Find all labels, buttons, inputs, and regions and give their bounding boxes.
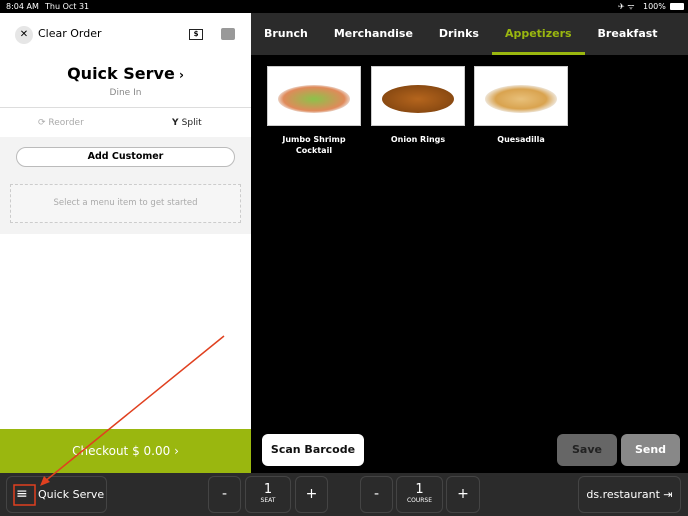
annotation-overlay	[13, 335, 225, 506]
annotation-highlight-box	[13, 484, 36, 506]
annotation-arrow	[43, 335, 225, 483]
